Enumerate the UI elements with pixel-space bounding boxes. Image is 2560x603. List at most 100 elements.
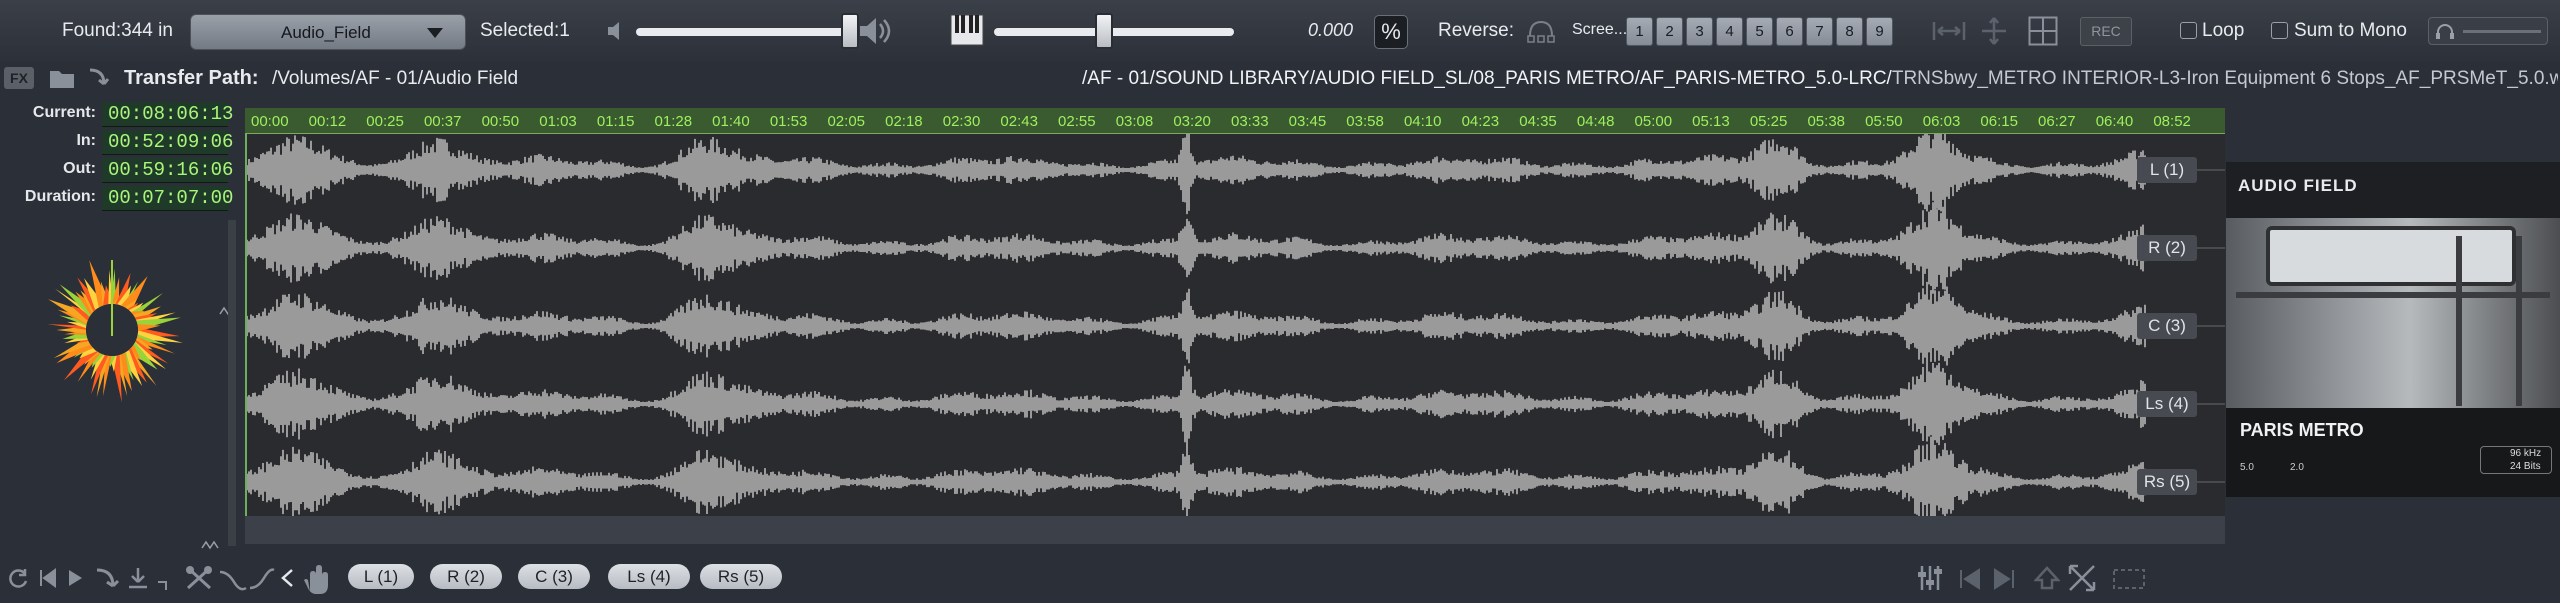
screen-button-7[interactable]: 7: [1806, 17, 1833, 46]
ruler-tick: 02:30: [942, 113, 981, 130]
screen-button-9[interactable]: 9: [1866, 17, 1893, 46]
rec-button[interactable]: REC: [2080, 17, 2132, 46]
up-marker-icon[interactable]: [2034, 566, 2060, 590]
channel-pill-5[interactable]: Rs (5): [700, 564, 782, 589]
screen-button-6[interactable]: 6: [1776, 17, 1803, 46]
speaker-low-icon: [608, 22, 619, 40]
transfer-path-value: /Volumes/AF - 01/Audio Field: [272, 68, 519, 89]
ruler-tick: 00:12: [308, 113, 347, 130]
pitch-slider-handle[interactable]: [1095, 13, 1114, 49]
in-label: In:: [76, 132, 96, 149]
piano-icon[interactable]: [950, 14, 984, 46]
ruler-tick: 08:52: [2153, 113, 2191, 130]
expand-vertical-icon[interactable]: [1980, 16, 2008, 46]
pitch-slider[interactable]: [994, 28, 1234, 36]
out-label: Out:: [63, 160, 96, 177]
artwork-title: PARIS METRO: [2240, 420, 2364, 440]
transfer-path-label: Transfer Path:: [124, 67, 259, 89]
refresh-icon[interactable]: [6, 566, 30, 590]
prev-marker-icon[interactable]: [1958, 568, 1982, 590]
database-dropdown[interactable]: Audio_Field: [190, 14, 466, 50]
waveform-display[interactable]: L (1) R (2) C (3) Ls (4) Rs (5): [245, 134, 2225, 516]
ruler-tick: 05:50: [1865, 113, 1903, 130]
channel-label-5[interactable]: Rs (5): [2137, 469, 2197, 495]
duration-timecode[interactable]: 00:07:07:00: [102, 186, 233, 211]
ruler-tick: 01:40: [712, 113, 750, 130]
hand-icon[interactable]: [300, 562, 334, 594]
ruler-tick: 04:35: [1519, 113, 1557, 130]
current-timecode[interactable]: 00:08:06:13: [102, 102, 233, 127]
fit-icon[interactable]: [2066, 562, 2098, 594]
current-label: Current:: [32, 104, 96, 121]
channel-label-2[interactable]: R (2): [2137, 235, 2197, 261]
channel-label-1[interactable]: L (1): [2137, 157, 2197, 183]
found-label: Found:344 in: [62, 20, 173, 41]
ruler-tick: 06:15: [1980, 113, 2018, 130]
tools-icon[interactable]: [184, 564, 214, 592]
transfer-arrow-icon[interactable]: [86, 66, 110, 90]
album-artwork: AUDIO FIELD PARIS METRO 5.0 2.0 96 kHz 2…: [2226, 162, 2560, 497]
screen-button-2[interactable]: 2: [1656, 17, 1683, 46]
channel-pill-4[interactable]: Ls (4): [608, 564, 690, 589]
ruler-tick: 02:18: [885, 113, 923, 130]
volume-slider[interactable]: [636, 28, 854, 36]
timecode-panel: Current: 00:08:06:13 In: 00:52:09:06 Out…: [0, 98, 233, 553]
play-icon[interactable]: [66, 568, 84, 588]
surround-visualizer: [47, 259, 230, 403]
reverse-icon[interactable]: [1526, 18, 1556, 44]
ruler-tick: 05:00: [1634, 113, 1673, 130]
pitch-value: 0.000: [1308, 20, 1354, 40]
ruler-tick: 03:20: [1173, 113, 1211, 130]
channel-pill-3[interactable]: C (3): [518, 564, 590, 589]
expand-horizontal-icon[interactable]: [1932, 18, 1966, 44]
waveform-toggle-bottom-icon[interactable]: [200, 538, 224, 552]
download-icon[interactable]: [126, 566, 150, 590]
channel-pill-2[interactable]: R (2): [430, 564, 502, 589]
volume-slider-handle[interactable]: [840, 13, 859, 49]
percent-button[interactable]: %: [1374, 15, 1408, 49]
ruler-tick: 00:00: [251, 113, 289, 130]
screen-button-1[interactable]: 1: [1626, 17, 1653, 46]
ruler-tick: 03:58: [1346, 113, 1384, 130]
screen-button-4[interactable]: 4: [1716, 17, 1743, 46]
file-name: TRNSbwy_METRO INTERIOR-L3-Iron Equipment…: [1891, 68, 2558, 89]
fade-in-icon[interactable]: [218, 566, 248, 592]
collapse-arrow-icon[interactable]: [280, 568, 294, 588]
screen-button-5[interactable]: 5: [1746, 17, 1773, 46]
headphone-level-control[interactable]: [2428, 17, 2548, 45]
mixer-icon[interactable]: [1916, 564, 1944, 597]
in-timecode[interactable]: 00:52:09:06: [102, 130, 233, 155]
waveform-channel-1: [247, 134, 2146, 217]
fx-button[interactable]: FX: [4, 67, 34, 89]
speaker-high-icon: [860, 18, 891, 44]
skip-back-icon[interactable]: [38, 568, 58, 588]
time-ruler[interactable]: 00:00 00:12 00:25 00:37 00:50 01:03 01:15 01:28…: [245, 108, 2225, 134]
out-timecode[interactable]: 00:59:16:06: [102, 158, 233, 183]
headphones-icon: [2436, 24, 2454, 39]
next-marker-icon[interactable]: [1992, 568, 2016, 590]
fade-out-icon[interactable]: [248, 566, 276, 592]
ruler-tick: 02:55: [1058, 113, 1096, 130]
channel-label-3[interactable]: C (3): [2137, 313, 2197, 339]
sum-to-mono-checkbox[interactable]: [2271, 22, 2288, 39]
grid-view-icon[interactable]: [2028, 16, 2058, 46]
sum-to-mono-label: Sum to Mono: [2294, 20, 2407, 41]
artwork-format-left: 5.0: [2240, 462, 2254, 473]
ruler-tick: 06:27: [2038, 113, 2076, 130]
ruler-tick: 06:03: [1922, 113, 1961, 130]
crop-icon[interactable]: [156, 568, 178, 590]
screen-button-3[interactable]: 3: [1686, 17, 1713, 46]
ruler-tick: 04:23: [1461, 113, 1500, 130]
transfer-icon[interactable]: [94, 566, 120, 592]
loop-checkbox[interactable]: [2180, 22, 2197, 39]
folder-icon[interactable]: [48, 66, 76, 90]
channel-label-4[interactable]: Ls (4): [2137, 391, 2197, 417]
ruler-tick: 05:13: [1692, 113, 1730, 130]
region-icon[interactable]: [2112, 566, 2146, 592]
waveform-scrollbar[interactable]: [245, 516, 2225, 544]
ruler-tick: 06:40: [2095, 113, 2134, 130]
ruler-tick: 01:53: [769, 113, 808, 130]
channel-pill-1[interactable]: L (1): [348, 564, 414, 589]
screen-button-8[interactable]: 8: [1836, 17, 1863, 46]
chevron-down-icon: [427, 28, 443, 38]
